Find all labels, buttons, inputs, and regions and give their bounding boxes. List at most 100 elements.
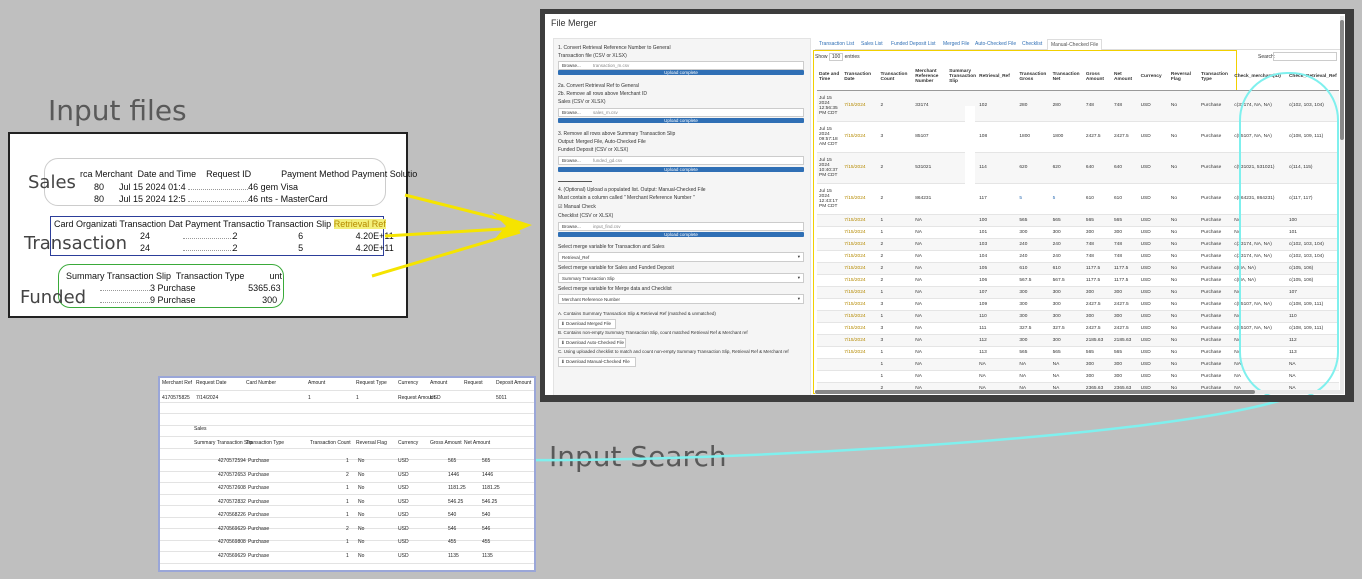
column-header[interactable]: Net Amount (1112, 64, 1139, 91)
table-cell: 240 (1050, 237, 1084, 250)
note-b: B. Contains non-empty Summary Transactio… (558, 330, 748, 335)
column-header[interactable]: Date and Time (817, 64, 843, 91)
sheet-cell: 1135 (482, 552, 493, 559)
funded-file-label: Funded Deposit (CSV or XLSX) (558, 147, 629, 153)
tab-checklist[interactable]: Checklist (1022, 41, 1042, 47)
table-cell: 7/15/2024 (842, 249, 879, 262)
table-cell: NA (1017, 369, 1051, 382)
table-cell: 2 (878, 89, 914, 121)
table-cell: 300 (1112, 357, 1139, 370)
tab-transaction-list[interactable]: Transaction List (819, 41, 854, 47)
horizontal-scrollbar[interactable] (815, 390, 1340, 394)
table-cell: USD (1138, 345, 1169, 358)
table-cell (817, 273, 843, 286)
sheet-cell: 4170575825 (162, 395, 190, 401)
sheet-header-cell: Summary Transaction Slip (194, 440, 253, 446)
table-cell: Purchase (1198, 89, 1233, 121)
sheet-header-cell: Deposit Amount (496, 380, 532, 386)
sheet-cell: Purchase (248, 458, 270, 464)
funded-file-input[interactable]: Browse... funded_gd.csv (558, 156, 804, 165)
sheet-cell: 1446 (482, 471, 494, 478)
sheet-cell: Purchase (248, 485, 270, 491)
table-cell: USD (1138, 120, 1169, 152)
grid-line (160, 447, 534, 449)
column-header[interactable]: Currency (1138, 64, 1169, 91)
table-cell: NA (913, 297, 948, 310)
sheet-cell: 4270572832 (218, 498, 246, 505)
column-header[interactable]: Retrieval_Ref (977, 64, 1018, 91)
vertical-scrollbar[interactable] (1340, 16, 1344, 394)
table-cell: 106 (977, 273, 1018, 286)
table-cell: 2 (878, 151, 914, 183)
sheet-cell: Purchase (248, 471, 270, 478)
table-cell (817, 321, 843, 334)
table-cell: 114 (977, 151, 1018, 183)
table-cell: 300 (1017, 225, 1051, 238)
table-cell: 3 (878, 333, 914, 346)
table-cell: 2427.5 (1083, 297, 1112, 310)
table-cell: 748 (1083, 89, 1112, 121)
table-cell (947, 237, 978, 250)
table-cell: 1177.5 (1083, 261, 1112, 274)
grid-line (160, 562, 534, 564)
checklist-file-input[interactable]: Browse... input_find.csv (558, 222, 804, 231)
table-cell (817, 333, 843, 346)
app-title: File Merger (551, 18, 597, 28)
step4-note: Must contain a column called " Merchant … (558, 195, 695, 201)
table-cell: 620 (1050, 151, 1084, 183)
table-cell: 1177.5 (1083, 273, 1112, 286)
column-header[interactable]: Gross Amount (1083, 64, 1112, 91)
tab-auto-checked-file[interactable]: Auto-Checked File (975, 41, 1016, 47)
sales-file-input[interactable]: Browse... sales_m.csv (558, 108, 804, 117)
sheet-cell: USD (398, 458, 409, 464)
tab-manual-checked-file[interactable]: Manual-Checked File (1047, 39, 1103, 50)
table-cell: 108 (977, 120, 1018, 152)
column-header[interactable]: Transaction Net (1050, 64, 1084, 91)
sheet-cell: No (358, 512, 365, 518)
transaction-file-input[interactable]: Browse... transaction_m.csv (558, 61, 804, 70)
table-cell (947, 357, 978, 370)
sheet-cell: Purchase (248, 525, 270, 532)
search-input[interactable] (1273, 52, 1337, 61)
column-header[interactable]: Transaction Gross (1017, 64, 1051, 91)
sheet-cell: 546.25 (448, 498, 464, 505)
table-cell: Jul 15 2024 09:57:18 AM CDT (817, 120, 843, 152)
table-cell: NA (1017, 357, 1051, 370)
table-cell: 7/15/2024 (842, 120, 879, 152)
download-manual-checked-button[interactable]: ⬇ Download Manual-Checked File (558, 357, 636, 367)
tab-funded-deposit-list[interactable]: Funded Deposit List (891, 41, 935, 47)
column-header[interactable]: Summary Transaction Slip (947, 64, 978, 91)
tab-sales-list[interactable]: Sales List (861, 41, 883, 47)
table-cell: 7/15/2024 (842, 297, 879, 310)
checklist-upload-progress: Upload complete (558, 232, 804, 237)
table-cell: 300 (1083, 357, 1112, 370)
merge-var1-label: Select merge variable for Transaction an… (558, 244, 665, 250)
column-header[interactable]: Merchant Reference Number (913, 64, 948, 91)
manual-check-checkbox[interactable]: ☑ Manual Check (558, 204, 596, 210)
table-cell (817, 297, 843, 310)
table-cell: Jul 15 2024 10:40:37 PM CDT (817, 151, 843, 183)
merge-var1-select[interactable]: Retrieval_Ref ▾ (558, 252, 804, 262)
table-cell: No (1168, 213, 1199, 226)
merge-var2-select[interactable]: Summary Transaction Slip ▾ (558, 273, 804, 283)
merge-var3-select[interactable]: Merchant Reference Number ▾ (558, 294, 804, 304)
table-cell: 1177.5 (1112, 261, 1139, 274)
step4-title: 4. (Optional) Upload a populated list. O… (558, 187, 706, 193)
sheet-cell: 4270572653 (218, 471, 246, 478)
download-auto-checked-button[interactable]: ⬇ Download Auto-Checked File (558, 338, 626, 348)
column-header[interactable]: Transaction Date (842, 64, 879, 91)
table-cell: No (1168, 182, 1199, 214)
table-cell: 2427.5 (1083, 321, 1112, 334)
column-header[interactable]: Reversal Flag (1168, 64, 1199, 91)
sheet-cell: 1 (346, 485, 349, 491)
table-cell: 280 (1017, 89, 1051, 121)
grid-line (160, 436, 534, 437)
download-merged-button[interactable]: ⬇ Download Merged File (558, 319, 616, 329)
table-cell: 2 (878, 273, 914, 286)
column-header[interactable]: Transaction Type (1198, 64, 1233, 91)
table-cell: 565 (1083, 213, 1112, 226)
table-cell: USD (1138, 321, 1169, 334)
sheet-cell: Purchase (248, 498, 270, 505)
column-header[interactable]: Transaction Count (878, 64, 914, 91)
tab-merged-file[interactable]: Merged File (943, 41, 969, 47)
